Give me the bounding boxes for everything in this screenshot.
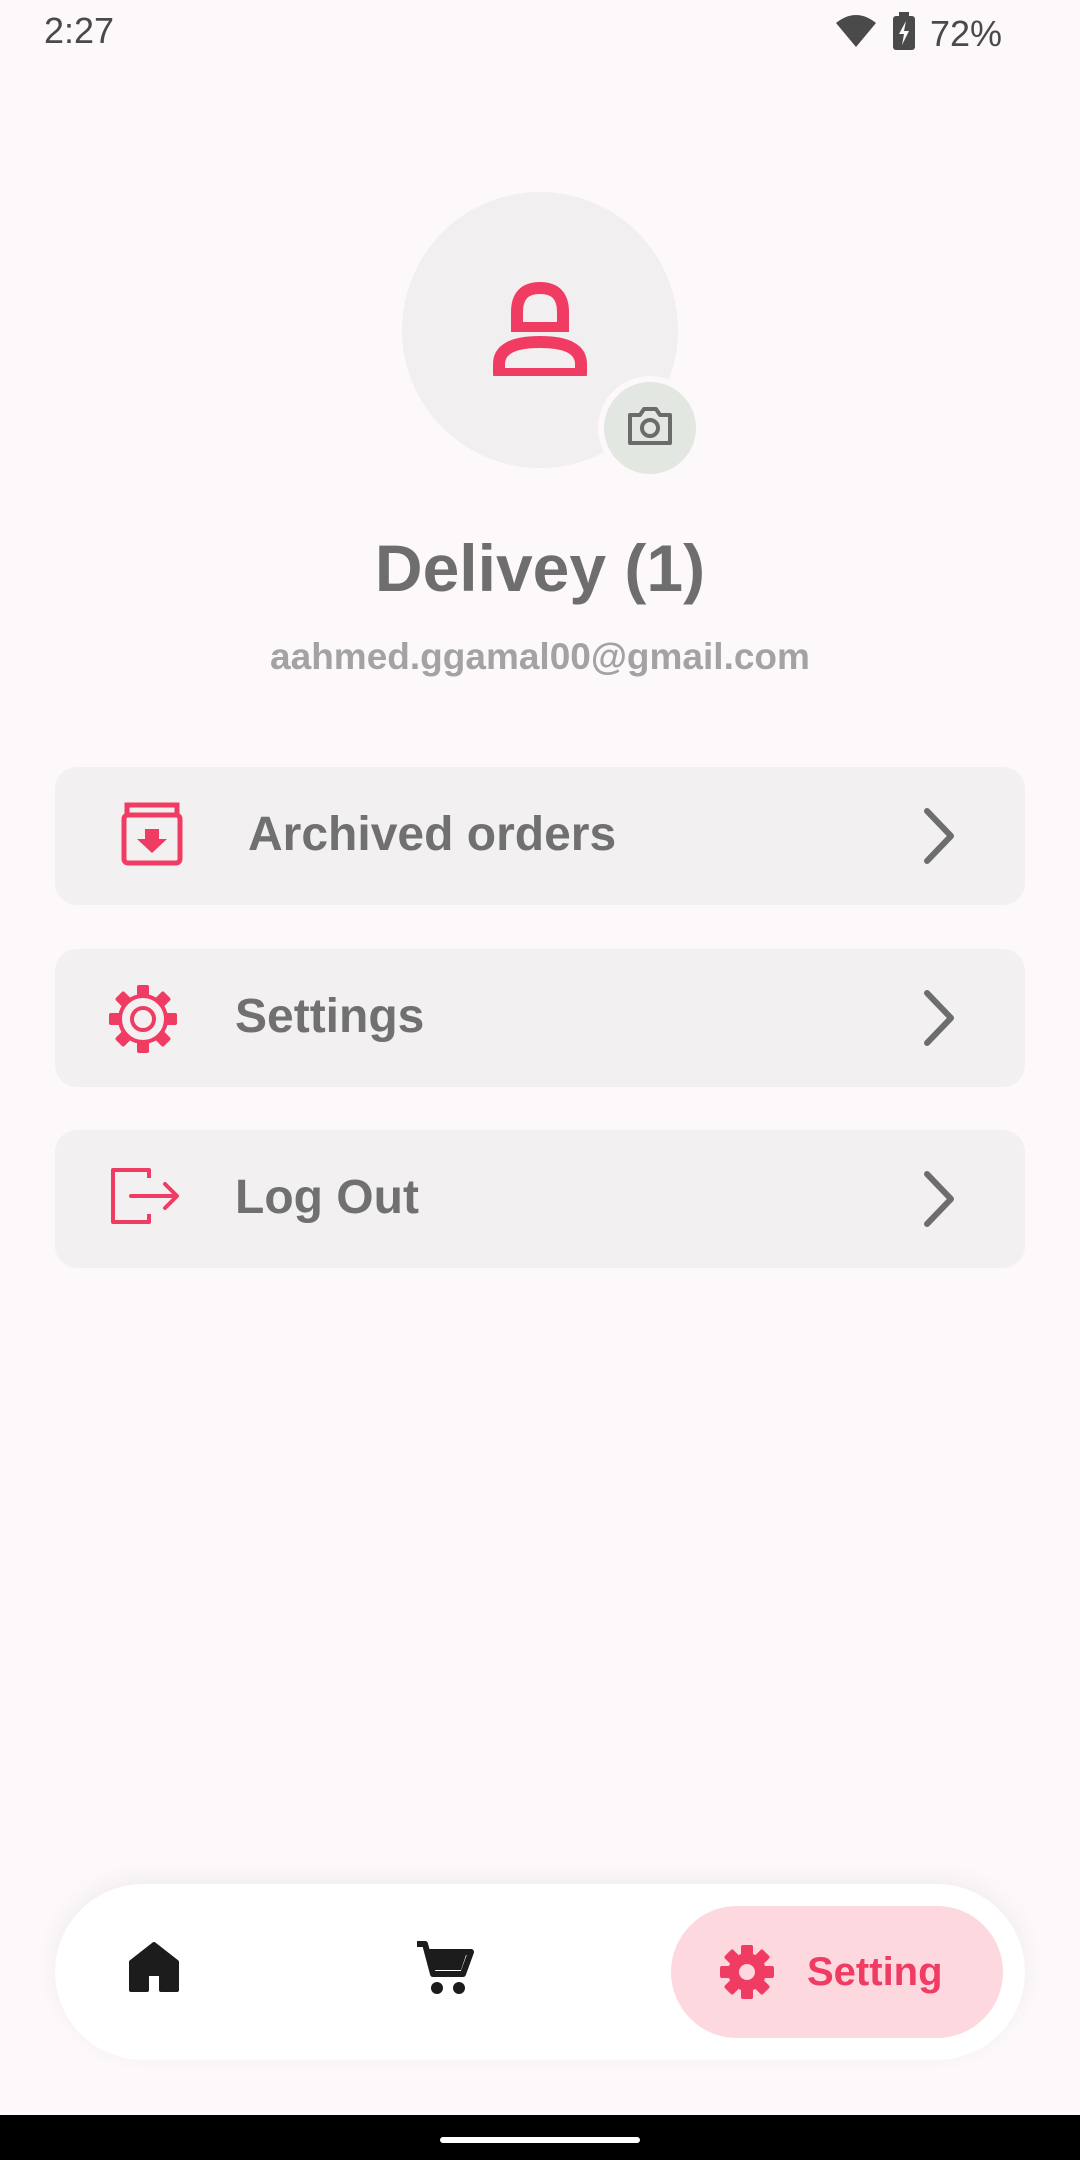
nav-item-setting[interactable]: Setting [671, 1906, 1003, 2038]
archive-icon [119, 801, 185, 872]
logout-icon [109, 1164, 181, 1235]
menu-item-log-out[interactable]: Log Out [55, 1130, 1025, 1268]
chevron-right-icon [921, 989, 957, 1052]
status-icons: 72% [834, 12, 1002, 55]
person-icon [493, 282, 587, 381]
menu-item-archived-orders[interactable]: Archived orders [55, 767, 1025, 905]
battery-charging-icon [892, 12, 916, 55]
change-photo-button[interactable] [598, 376, 702, 480]
status-bar: 2:27 72% [0, 0, 1080, 66]
menu-item-label: Archived orders [248, 808, 617, 861]
gear-outline-icon [107, 983, 179, 1060]
chevron-right-icon [921, 1170, 957, 1233]
menu-item-label: Log Out [235, 1171, 419, 1224]
profile-name: Delivey (1) [374, 531, 706, 605]
profile-email: aahmed.ggamal00@gmail.com [270, 636, 810, 677]
bottom-navigation: Setting [55, 1884, 1025, 2060]
cart-icon[interactable] [415, 1938, 475, 2003]
gear-icon [719, 1944, 775, 2005]
home-indicator[interactable] [440, 2137, 640, 2143]
wifi-icon [834, 13, 878, 54]
camera-icon [626, 405, 674, 452]
camera-button-inner [604, 382, 696, 474]
menu-item-label: Settings [235, 990, 425, 1043]
nav-item-label: Setting [807, 1950, 943, 1994]
chevron-right-icon [921, 807, 957, 870]
battery-percent: 72% [929, 12, 1002, 54]
home-icon[interactable] [127, 1940, 181, 1999]
status-time: 2:27 [44, 10, 115, 51]
menu-item-settings[interactable]: Settings [55, 949, 1025, 1087]
